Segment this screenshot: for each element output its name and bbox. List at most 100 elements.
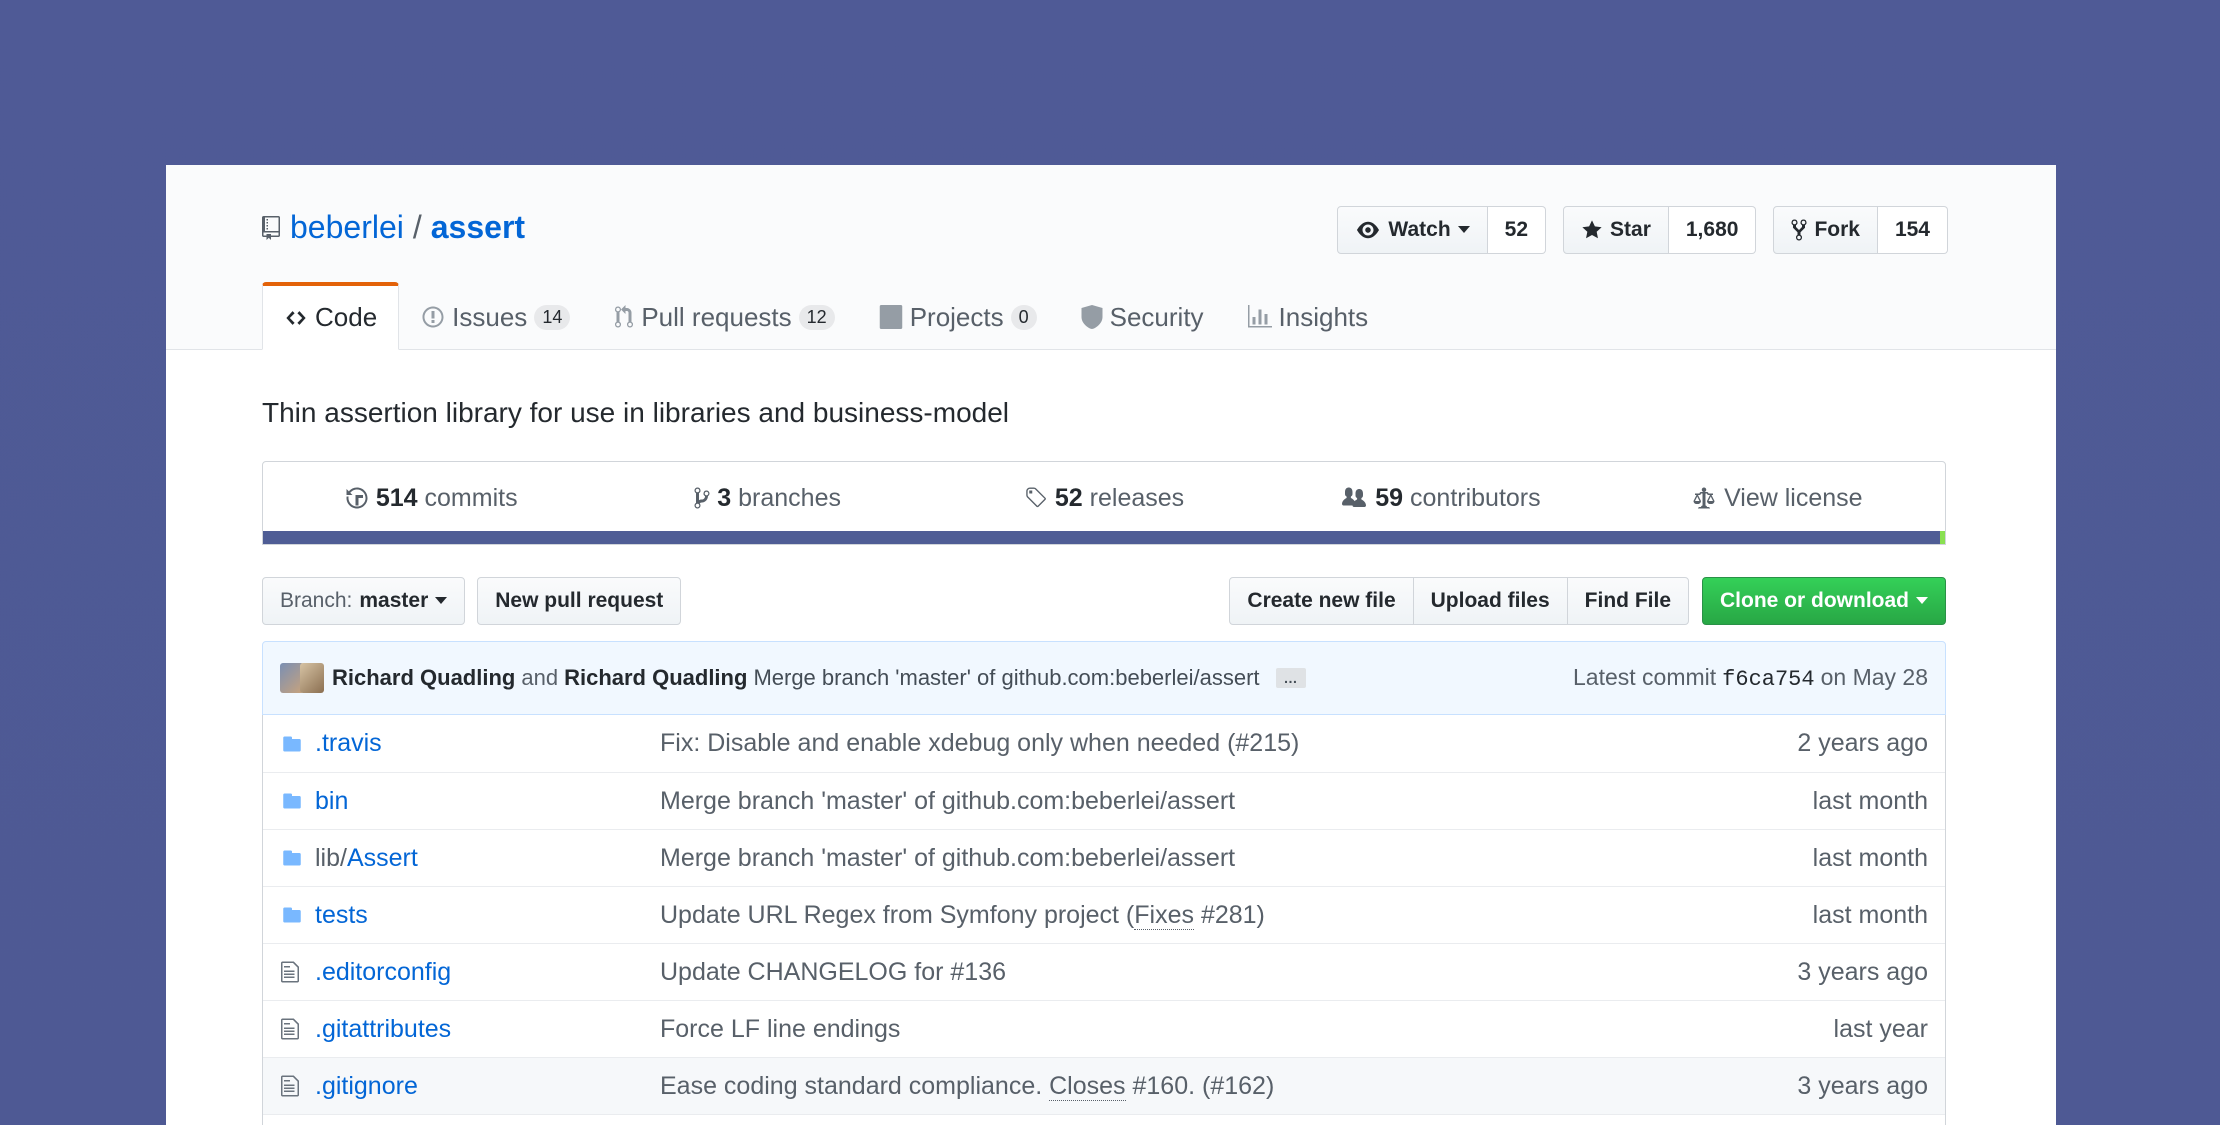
latest-commit-label: Latest commit	[1573, 664, 1717, 690]
tab-projects[interactable]: Projects 0	[857, 282, 1059, 350]
find-file-button[interactable]: Find File	[1566, 577, 1689, 625]
file-link[interactable]: .gitattributes	[315, 1015, 451, 1043]
commit-age: last month	[1812, 843, 1928, 872]
file-link[interactable]: .gitignore	[315, 1072, 418, 1100]
star-group: Star 1,680	[1563, 206, 1757, 254]
commit-sha-link[interactable]: f6ca754	[1722, 667, 1814, 692]
upload-files-button[interactable]: Upload files	[1412, 577, 1568, 625]
tab-security[interactable]: Security	[1059, 282, 1226, 350]
message-text: Update URL Regex from Symfony project (	[660, 900, 1135, 929]
clone-label: Clone or download	[1720, 589, 1909, 612]
watch-count[interactable]: 52	[1487, 206, 1547, 254]
issue-keyword[interactable]: Fixes	[1134, 900, 1194, 930]
projects-counter: 0	[1010, 304, 1037, 330]
watch-label: Watch	[1388, 218, 1451, 241]
file-actions-group: Create new file Upload files Find File	[1229, 577, 1689, 625]
file-name-cell: .gitattributes	[315, 1015, 660, 1044]
table-row[interactable]: bin Merge branch 'master' of github.com:…	[263, 772, 1945, 829]
commit-message-cell[interactable]: Merge branch 'master' of github.com:bebe…	[660, 844, 1813, 873]
issue-icon	[422, 306, 444, 328]
file-list: .travis Fix: Disable and enable xdebug o…	[262, 715, 1946, 1125]
contributors-label: contributors	[1410, 483, 1541, 512]
table-row[interactable]: tests Update URL Regex from Symfony proj…	[263, 886, 1945, 943]
table-row[interactable]: .gitignore Ease coding standard complian…	[263, 1057, 1945, 1114]
message-text: #281)	[1194, 900, 1265, 929]
repo-name-link[interactable]: assert	[431, 209, 525, 246]
fork-count[interactable]: 154	[1877, 206, 1948, 254]
folder-icon	[280, 848, 305, 868]
clone-or-download-button[interactable]: Clone or download	[1702, 577, 1946, 625]
file-link[interactable]: .travis	[315, 729, 382, 757]
tab-label: Projects	[909, 301, 1004, 332]
commit-avatars[interactable]	[280, 663, 324, 693]
repo-title: beberlei / assert	[262, 209, 525, 246]
commit-message-cell[interactable]: Force LF line endings	[660, 1015, 1834, 1044]
branches-count: 3	[717, 483, 732, 512]
star-count[interactable]: 1,680	[1668, 206, 1757, 254]
watch-button[interactable]: Watch	[1337, 206, 1488, 254]
file-navigation: Branch: master New pull request Create n…	[262, 577, 1946, 625]
contributors-count: 59	[1375, 483, 1404, 512]
commits-label: commits	[424, 483, 518, 512]
commit-author-link[interactable]: Richard Quadling	[332, 665, 515, 691]
file-link[interactable]: bin	[315, 787, 348, 815]
branches-label: branches	[738, 483, 841, 512]
tab-insights[interactable]: Insights	[1226, 282, 1391, 350]
commit-message-cell[interactable]: Merge branch 'master' of github.com:bebe…	[660, 787, 1813, 816]
branch-select-button[interactable]: Branch: master	[262, 577, 466, 625]
file-link[interactable]: .editorconfig	[315, 958, 451, 986]
commit-message-link[interactable]: Merge branch 'master' of github.com:bebe…	[753, 665, 1259, 691]
latest-commit-info: Latest commit f6ca754 on May 28	[1573, 664, 1928, 692]
language-segment-primary	[263, 531, 1940, 544]
commit-message-cell[interactable]: Update URL Regex from Symfony project (F…	[660, 900, 1813, 930]
table-row[interactable]	[263, 1114, 1945, 1125]
commit-age: 3 years ago	[1797, 957, 1928, 986]
issues-counter: 14	[534, 304, 571, 330]
commit-committer-link[interactable]: Richard Quadling	[564, 665, 747, 691]
table-row[interactable]: .travis Fix: Disable and enable xdebug o…	[263, 715, 1945, 772]
tab-issues[interactable]: Issues 14	[399, 282, 592, 350]
releases-count: 52	[1054, 483, 1083, 512]
table-row[interactable]: lib/Assert Merge branch 'master' of gith…	[263, 829, 1945, 886]
file-icon	[280, 1074, 305, 1098]
pull-requests-counter: 12	[798, 304, 835, 330]
tab-label: Security	[1109, 301, 1204, 332]
tab-label: Insights	[1278, 301, 1369, 332]
repo-owner-link[interactable]: beberlei	[290, 209, 404, 246]
commit-age: last year	[1833, 1014, 1928, 1043]
commit-date: on May 28	[1820, 664, 1928, 690]
pull-request-icon	[615, 305, 634, 328]
language-bar[interactable]	[263, 531, 1945, 544]
tab-code[interactable]: Code	[262, 282, 400, 350]
avatar[interactable]	[300, 663, 324, 693]
repository-card: beberlei / assert Watch 52 Star 1,680 Fo…	[166, 165, 2056, 1125]
file-link[interactable]: Assert	[347, 844, 418, 872]
commit-message-cell[interactable]: Fix: Disable and enable xdebug only when…	[660, 729, 1797, 758]
folder-icon	[280, 734, 305, 754]
file-name-cell: .gitignore	[315, 1072, 660, 1101]
create-new-file-button[interactable]: Create new file	[1229, 577, 1414, 625]
repo-header: beberlei / assert Watch 52 Star 1,680 Fo…	[166, 165, 2056, 350]
tab-pull-requests[interactable]: Pull requests 12	[592, 282, 856, 350]
language-segment-secondary	[1940, 531, 1945, 544]
repo-nav-tabs: Code Issues 14 Pull requests 12 Projects…	[262, 282, 1390, 350]
license-label: View license	[1724, 483, 1863, 512]
expand-commit-button[interactable]: …	[1275, 668, 1306, 688]
tab-label: Code	[315, 302, 378, 332]
commit-and-text: and	[521, 665, 559, 690]
fork-button[interactable]: Fork	[1773, 206, 1878, 254]
releases-label: releases	[1089, 483, 1185, 512]
path-separator: /	[412, 209, 422, 245]
message-text: #160. (#162)	[1125, 1071, 1275, 1100]
table-row[interactable]: .editorconfig Update CHANGELOG for #136 …	[263, 943, 1945, 1000]
new-pull-request-button[interactable]: New pull request	[477, 577, 682, 625]
file-link[interactable]: tests	[315, 901, 368, 929]
commit-message-cell[interactable]: Ease coding standard compliance. Closes …	[660, 1071, 1797, 1101]
commit-age: last month	[1812, 900, 1928, 929]
table-row[interactable]: .gitattributes Force LF line endings las…	[263, 1000, 1945, 1057]
star-button[interactable]: Star	[1563, 206, 1669, 254]
fork-group: Fork 154	[1773, 206, 1948, 254]
commit-age: 2 years ago	[1797, 729, 1928, 757]
issue-keyword[interactable]: Closes	[1049, 1071, 1126, 1101]
commit-message-cell[interactable]: Update CHANGELOG for #136	[660, 958, 1797, 987]
